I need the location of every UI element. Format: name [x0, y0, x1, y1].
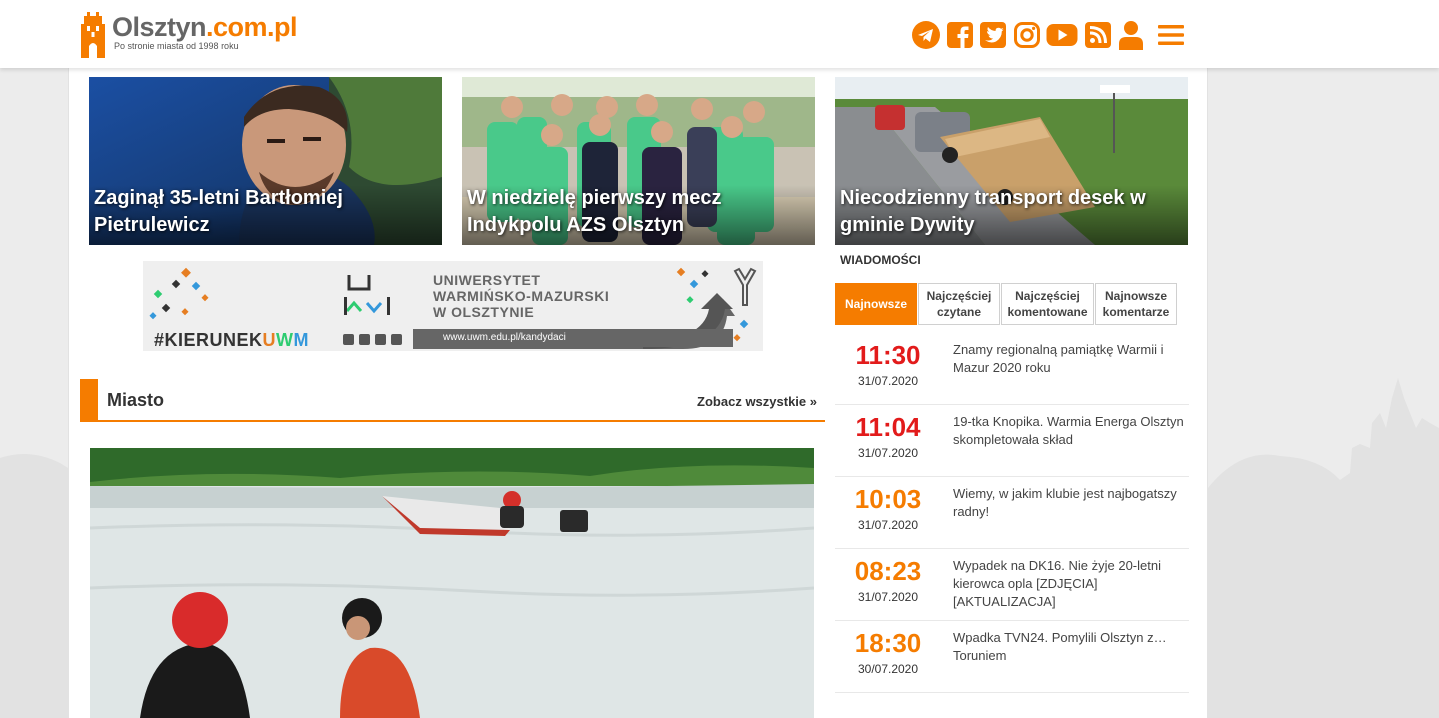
- castle-gate-icon: [81, 12, 105, 58]
- news-time: 10:03: [854, 484, 922, 514]
- news-item[interactable]: 11:30 31/07.2020 Znamy regionalną pamiąt…: [835, 333, 1189, 405]
- news-headline[interactable]: Wpadka TVN24. Pomylili Olsztyn z… Toruni…: [953, 629, 1189, 665]
- top-story-tile[interactable]: Niecodzienny transport desek w gminie Dy…: [835, 77, 1188, 245]
- hashtag-letter-w: W: [276, 330, 294, 350]
- news-sidebar: WIADOMOŚCI Najnowsze Najczęściej czytane…: [835, 253, 1189, 693]
- lake-rescue-photo: [90, 448, 814, 718]
- news-item[interactable]: 08:23 31/07.2020 Wypadek na DK16. Nie ży…: [835, 549, 1189, 621]
- banner-uni-line: UNIWERSYTET: [433, 272, 541, 288]
- tab-newest[interactable]: Najnowsze: [835, 283, 917, 325]
- hashtag-letter-u: U: [262, 330, 277, 350]
- user-icon[interactable]: [1116, 20, 1146, 50]
- header-icons: [911, 20, 1189, 50]
- page-content: Zaginął 35-letni Bartłomiej Pietrulewicz: [68, 68, 1208, 718]
- hashtag-text: #KIERUNEK: [154, 330, 263, 350]
- top-story-title: Zaginął 35-letni Bartłomiej Pietrulewicz: [89, 185, 442, 245]
- top-story-tile[interactable]: Zaginął 35-letni Bartłomiej Pietrulewicz: [89, 77, 442, 245]
- hashtag-letter-m: M: [293, 330, 310, 350]
- news-headline[interactable]: Wypadek na DK16. Nie żyje 20-letni kiero…: [953, 557, 1189, 611]
- banner-url: www.uwm.edu.pl/kandydaci: [413, 329, 733, 347]
- news-item[interactable]: 11:04 31/07.2020 19-tka Knopika. Warmia …: [835, 405, 1189, 477]
- news-time: 11:04: [855, 412, 921, 442]
- telegram-icon[interactable]: [911, 20, 941, 50]
- news-date: 31/07.2020: [857, 374, 919, 388]
- section-title: Miasto: [107, 390, 165, 410]
- section-header-miasto: Miasto Zobacz wszystkie »: [80, 379, 825, 422]
- news-time: 11:30: [855, 340, 921, 370]
- uwm-advertisement-banner[interactable]: UNIWERSYTET WARMIŃSKO-MAZURSKI W OLSZTYN…: [143, 261, 763, 351]
- rss-icon[interactable]: [1083, 20, 1113, 50]
- news-headline[interactable]: Znamy regionalną pamiątkę Warmii i Mazur…: [953, 341, 1189, 377]
- top-story-tile[interactable]: W niedzielę pierwszy mecz Indykpolu AZS …: [462, 77, 815, 245]
- news-time: 18:30: [854, 628, 922, 658]
- news-date: 31/07.2020: [857, 518, 919, 532]
- news-headline[interactable]: Wiemy, w jakim klubie jest najbogatszy r…: [953, 485, 1189, 521]
- news-item[interactable]: 18:30 30/07.2020 Wpadka TVN24. Pomylili …: [835, 621, 1189, 693]
- banner-university-name: UNIWERSYTET WARMIŃSKO-MAZURSKI W OLSZTYN…: [433, 272, 609, 320]
- site-name: Olsztyn.com.pl: [112, 10, 298, 44]
- site-logo[interactable]: Olsztyn.com.pl Po stronie miasta od 1998…: [79, 10, 298, 58]
- banner-hashtag: #KIERUNEKUWM: [154, 330, 309, 351]
- news-time: 08:23: [854, 556, 922, 586]
- twitter-icon[interactable]: [978, 20, 1008, 50]
- section-accent-bar: [80, 379, 98, 420]
- news-item[interactable]: 10:03 31/07.2020 Wiemy, w jakim klubie j…: [835, 477, 1189, 549]
- youtube-icon[interactable]: [1045, 20, 1079, 50]
- banner-uni-line: W OLSZTYNIE: [433, 304, 535, 320]
- site-name-domain: .com.pl: [206, 12, 298, 42]
- facebook-icon[interactable]: [945, 20, 975, 50]
- news-list: 11:30 31/07.2020 Znamy regionalną pamiąt…: [835, 333, 1189, 693]
- news-date: 31/07.2020: [857, 590, 919, 604]
- tab-newest-comments[interactable]: Najnowsze komentarze: [1095, 283, 1177, 325]
- instagram-icon[interactable]: [1012, 20, 1042, 50]
- main-article-photo[interactable]: [90, 448, 814, 718]
- news-label: WIADOMOŚCI: [840, 253, 921, 267]
- site-name-main: Olsztyn: [112, 12, 207, 42]
- news-date: 31/07.2020: [857, 446, 919, 460]
- menu-icon[interactable]: [1156, 20, 1186, 50]
- news-date: 30/07.2020: [857, 662, 919, 676]
- site-header: Olsztyn.com.pl Po stronie miasta od 1998…: [0, 0, 1439, 68]
- tab-most-commented[interactable]: Najczęściej komentowane: [1001, 283, 1094, 325]
- news-headline[interactable]: 19-tka Knopika. Warmia Energa Olsztyn sk…: [953, 413, 1189, 449]
- top-story-title: W niedzielę pierwszy mecz Indykpolu AZS …: [462, 185, 815, 245]
- see-all-link[interactable]: Zobacz wszystkie »: [697, 394, 817, 409]
- banner-uni-line: WARMIŃSKO-MAZURSKI: [433, 288, 610, 304]
- top-story-title: Niecodzienny transport desek w gminie Dy…: [835, 185, 1188, 245]
- tab-most-read[interactable]: Najczęściej czytane: [918, 283, 1000, 325]
- news-tabs: Najnowsze Najczęściej czytane Najczęście…: [835, 283, 1189, 325]
